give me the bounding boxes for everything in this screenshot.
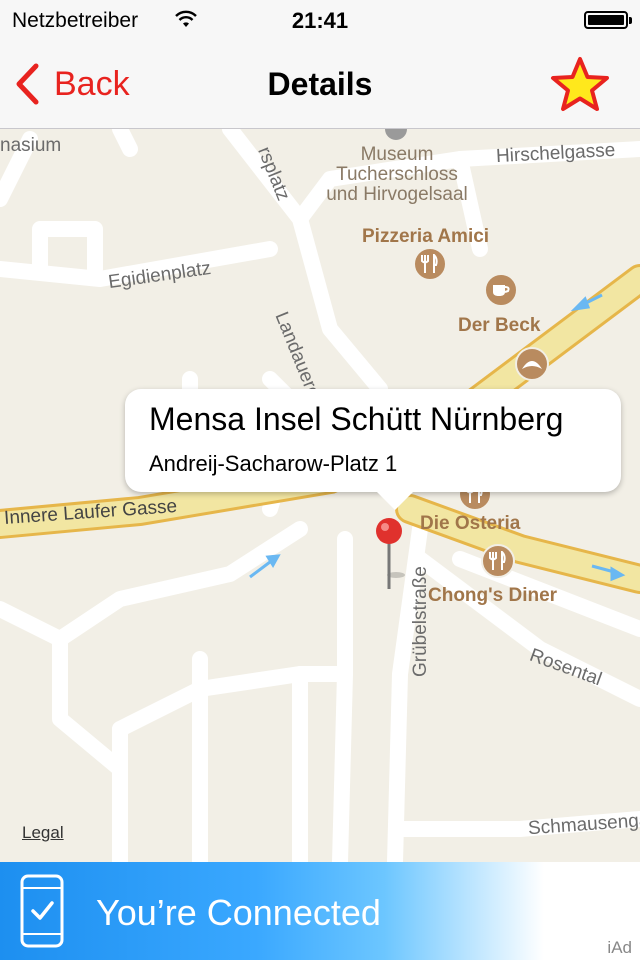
poi-label-der-beck: Der Beck: [458, 315, 541, 336]
legal-link[interactable]: Legal: [22, 823, 64, 843]
poi-label-chongs-diner: Chong's Diner: [428, 585, 558, 606]
iad-banner[interactable]: You’re Connected iAd: [0, 862, 640, 960]
road-network: [0, 129, 640, 862]
chevron-left-icon: [16, 63, 39, 105]
fork-knife-icon[interactable]: [481, 544, 515, 578]
map-pin-icon[interactable]: [372, 517, 406, 592]
map-view[interactable]: nasium Hirschelgasse rsplatz Museum Tuch…: [0, 129, 640, 862]
navigation-bar: Back Details: [0, 40, 640, 129]
street-label-nasium: nasium: [0, 135, 62, 156]
star-icon[interactable]: [550, 56, 610, 112]
clock: 21:41: [291, 8, 349, 33]
back-label: Back: [54, 64, 130, 103]
iad-badge: iAd: [607, 938, 632, 957]
poi-label-die-osteria: Die Osteria: [420, 513, 521, 534]
battery-icon: [584, 11, 632, 29]
annotation-callout[interactable]: Mensa Insel Schütt Nürnberg Andreij-Sach…: [125, 389, 621, 510]
place-label-museum: Museum Tucherschloss und Hirvogelsaal: [326, 144, 468, 205]
ad-text: You’re Connected: [96, 892, 381, 933]
coffee-cup-icon[interactable]: [484, 273, 518, 307]
callout-title: Mensa Insel Schütt Nürnberg: [149, 401, 564, 437]
poi-label-pizzeria: Pizzeria Amici: [362, 226, 490, 247]
callout-address: Andreij-Sacharow-Platz 1: [149, 451, 398, 476]
fork-knife-icon[interactable]: [413, 247, 447, 281]
street-label-gruebelstrasse: Grübelstraße: [410, 566, 431, 677]
status-bar: Netzbetreiber 21:41: [0, 0, 640, 40]
croissant-icon[interactable]: [515, 347, 549, 381]
back-button[interactable]: Back: [14, 62, 130, 106]
phone-check-icon: [20, 874, 64, 948]
